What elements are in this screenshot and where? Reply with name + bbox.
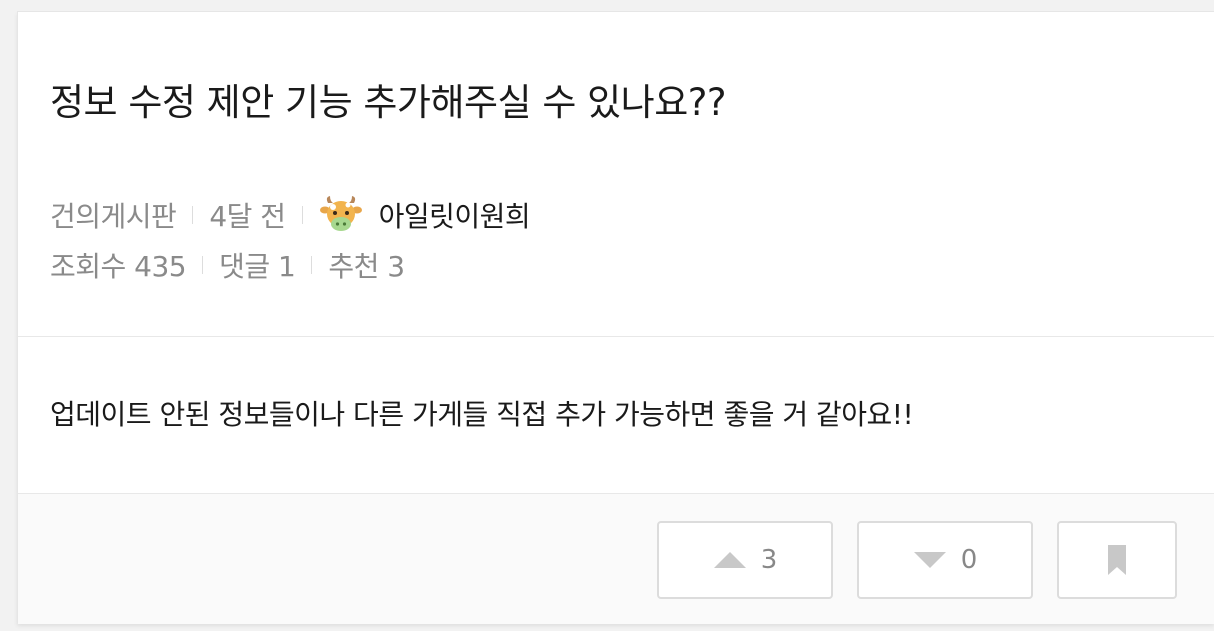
like-count: 추천 3 (328, 250, 405, 283)
cow-avatar-icon[interactable] (319, 193, 363, 237)
upvote-button[interactable]: 3 (657, 521, 833, 599)
post-actions-bar: 3 0 (18, 494, 1214, 624)
meta-separator (301, 206, 303, 224)
comment-count: 댓글 1 (219, 250, 296, 283)
post-title: 정보 수정 제안 기능 추가해주실 수 있나요?? (50, 81, 727, 124)
downvote-count: 0 (960, 545, 978, 575)
meta-separator (202, 256, 204, 274)
triangle-down-icon (913, 551, 947, 569)
post-time: 4달 전 (209, 200, 286, 233)
post-meta-stats: 조회수 435 댓글 1 추천 3 (50, 245, 405, 285)
bookmark-button[interactable] (1057, 521, 1177, 599)
downvote-button[interactable]: 0 (857, 521, 1033, 599)
post-card: 정보 수정 제안 기능 추가해주실 수 있나요?? 건의게시판 4달 전 아일릿… (17, 11, 1214, 624)
header-divider (18, 336, 1214, 337)
triangle-up-icon (713, 551, 747, 569)
view-count: 조회수 435 (50, 250, 187, 283)
post-meta-primary: 건의게시판 4달 전 아일릿이원희 (50, 193, 531, 237)
post-body: 업데이트 안된 정보들이나 다른 가게들 직접 추가 가능하면 좋을 거 같아요… (50, 398, 914, 431)
upvote-count: 3 (760, 545, 778, 575)
bookmark-icon (1107, 544, 1127, 576)
author-name[interactable]: 아일릿이원희 (379, 195, 531, 235)
board-name[interactable]: 건의게시판 (50, 195, 177, 235)
meta-separator (192, 206, 194, 224)
meta-separator (311, 256, 313, 274)
